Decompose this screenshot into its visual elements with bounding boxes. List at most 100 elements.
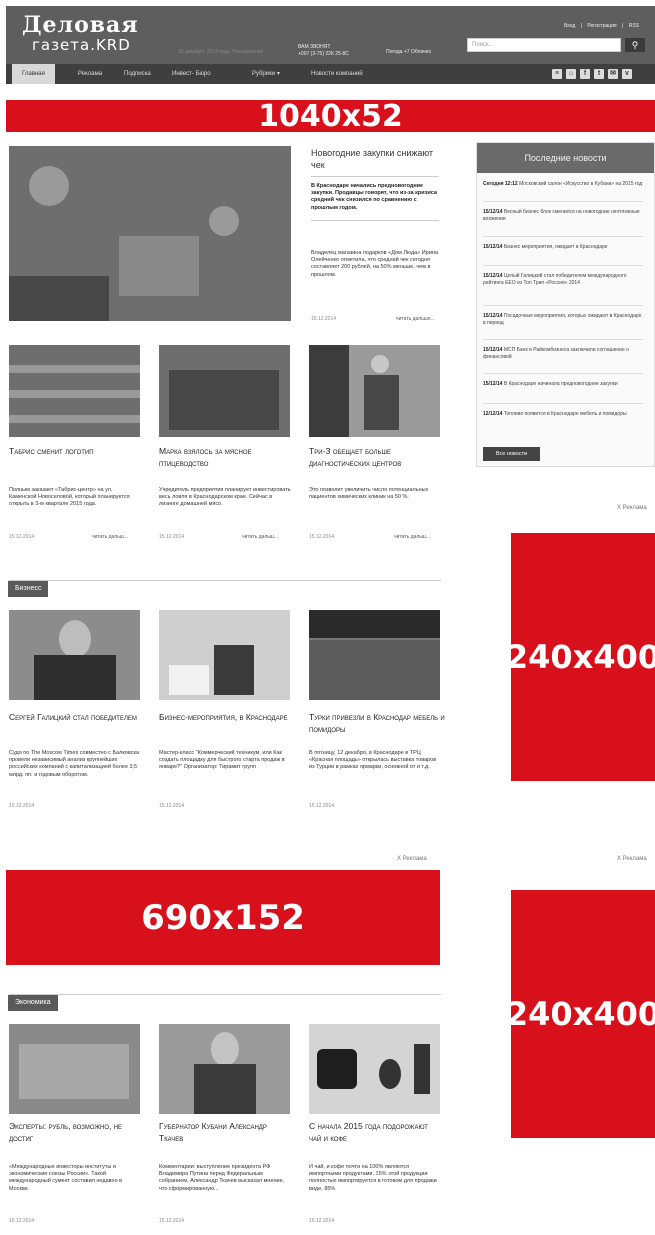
- sidebar-news-item[interactable]: 15/12/14 Весный бизнес блок сменился на …: [483, 209, 643, 222]
- card-image[interactable]: [159, 1024, 290, 1114]
- card-date: 15.12.2014: [9, 803, 35, 809]
- facebook-icon[interactable]: f: [580, 69, 590, 79]
- news-text: Московский салон «Искусство в Кубани» на…: [519, 181, 643, 187]
- news-text: Посадочные мероприятия, которых ожидают …: [483, 313, 642, 326]
- card-image[interactable]: [309, 610, 440, 700]
- card-text: В пятницу, 12 декабря, в Краснодаре в ТР…: [309, 750, 437, 771]
- news-time: 15/12/14: [483, 347, 503, 353]
- news-time: 15/12/14: [483, 273, 503, 279]
- card-title[interactable]: Марка взялось за мясное птицеводство: [159, 445, 291, 469]
- news-text: МСП Банк и Райкомбизнеса заключили согла…: [483, 347, 629, 360]
- sidebar-news-item[interactable]: 15/12/14 В Краснодаре начинала предновог…: [483, 381, 643, 388]
- search-icon: ⚲: [631, 40, 639, 50]
- nav-item-rubrics-label: Рубрики: [252, 71, 276, 77]
- card-text: Полным заказает «Табрис-центр» на ул. Ка…: [9, 487, 130, 508]
- card-text: Это позволит увеличить число потенциальн…: [309, 487, 429, 501]
- card-date: 15.12.2014: [159, 803, 185, 809]
- nav-item-invest[interactable]: Инвест- Бюро: [172, 64, 211, 84]
- news-text: Целый Галицкий стал победителем междунар…: [483, 273, 627, 286]
- card-date: 15.12.2014: [9, 1218, 35, 1224]
- nav-item-ads[interactable]: Реклама: [78, 64, 102, 84]
- twitter-icon[interactable]: t: [594, 69, 604, 79]
- news-text: Бизнес мероприятия, ожидает в Краснодаре: [503, 244, 608, 250]
- card-image[interactable]: [159, 610, 290, 700]
- card-title[interactable]: Бизнес-мероприятия, в Краснодаре: [159, 711, 291, 723]
- card-title[interactable]: Губернатор Кубани Александр Ткачев: [159, 1120, 291, 1144]
- card-image[interactable]: [9, 610, 140, 700]
- card-read-more[interactable]: читать дальш...: [92, 534, 128, 540]
- divider: [311, 176, 439, 177]
- card-date: 15.12.2014: [309, 1218, 335, 1224]
- card-image[interactable]: [309, 1024, 440, 1114]
- card-title[interactable]: Табрис сменит логотип: [9, 445, 141, 457]
- card-image[interactable]: [159, 345, 290, 437]
- featured-body: Владелец магазина подарков «Дом Люда» Ир…: [311, 250, 438, 278]
- news-time: 15/12/14: [483, 381, 503, 387]
- site-logo[interactable]: Деловая газета.KRD: [22, 14, 139, 53]
- sidebar-news-item[interactable]: 15/12/14 Посадочные мероприятия, которых…: [483, 313, 643, 326]
- nav-item-subscribe[interactable]: Подписка: [124, 64, 151, 84]
- featured-image[interactable]: [9, 146, 291, 321]
- card-title[interactable]: С начала 2015 года подорожают чай и кофе: [309, 1120, 441, 1144]
- divider: [311, 220, 439, 221]
- sidebar-news-item[interactable]: 15/12/14 Бизнес мероприятия, ожидает в К…: [483, 244, 643, 251]
- card-date: 15.12.2014: [159, 1218, 185, 1224]
- search-input[interactable]: Поиск...: [467, 38, 621, 52]
- register-link[interactable]: Регистрация: [587, 23, 616, 29]
- card-title[interactable]: Три-З обещает больше диагностических цен…: [309, 445, 443, 469]
- search-button[interactable]: ⚲: [625, 38, 645, 52]
- section-divider: [9, 994, 441, 995]
- login-link[interactable]: Вход: [564, 23, 575, 29]
- home-icon[interactable]: ⌂: [566, 69, 576, 79]
- card-image[interactable]: [9, 345, 140, 437]
- featured-read-more[interactable]: читать дальше...: [396, 316, 435, 322]
- rss-icon[interactable]: ≡: [552, 69, 562, 79]
- card-title[interactable]: Сергей Галицкий стал победителем: [9, 711, 141, 723]
- nav-item-home[interactable]: Главная: [12, 64, 55, 84]
- ad-banner-side[interactable]: 240x400: [506, 533, 655, 781]
- card-read-more[interactable]: читать дальш...: [394, 534, 430, 540]
- news-time: 15/12/14: [483, 313, 503, 319]
- card-text: И чай, и кофе почти на 100% являются имп…: [309, 1164, 437, 1192]
- news-time: 15/12/14: [483, 209, 503, 215]
- divider: [483, 265, 643, 266]
- logo-line2: газета.KRD: [32, 36, 131, 54]
- sidebar-title: Последние новости: [477, 143, 654, 173]
- rss-link[interactable]: RSS: [629, 23, 639, 29]
- card-read-more[interactable]: читать дальш...: [242, 534, 278, 540]
- ad-banner-mid[interactable]: 690x152: [6, 870, 440, 965]
- ad-banner-side[interactable]: 240x400: [506, 890, 655, 1138]
- news-time: Сегодня 12:12: [483, 181, 518, 187]
- header-phone: ВАМ ЗВОНЯТ +007 (3-75) 22К 25-8С: [298, 44, 349, 58]
- featured-title[interactable]: Новогодние закупки снижают чек: [311, 147, 443, 171]
- card-date: 15.12.2014: [309, 534, 335, 540]
- ad-banner-top[interactable]: 1040x52: [6, 99, 655, 134]
- sidebar-news-item[interactable]: Сегодня 12:12 Московский салон «Искусств…: [483, 181, 643, 188]
- header-date: 15 декабря, 2014 года, Понедельник: [178, 49, 263, 55]
- nav-item-rubrics[interactable]: Рубрики ▾: [252, 64, 280, 84]
- card-text: Комментарии: выступление президента РФ В…: [159, 1164, 285, 1192]
- sidebar-news-item[interactable]: 15/12/14 Целый Галицкий стал победителем…: [483, 273, 643, 286]
- card-title[interactable]: Турки привезли в Краснодар мебель и поми…: [309, 711, 455, 735]
- latest-news-sidebar: Последние новости Сегодня 12:12 Московск…: [476, 142, 655, 467]
- card-text: Судя по The Moscow Times совместно с Бал…: [9, 750, 140, 778]
- section-tag-business[interactable]: Бизнесс: [8, 581, 49, 597]
- all-news-button[interactable]: Все новости: [483, 447, 540, 461]
- nav-item-company-news[interactable]: Новости компаний: [311, 64, 363, 84]
- card-text: Мастер-класс "Коммерческий техникум, или…: [159, 750, 285, 771]
- card-image[interactable]: [309, 345, 440, 437]
- card-title[interactable]: Эксперты: рубль, возможно, не достиг: [9, 1120, 141, 1144]
- vk-icon[interactable]: v: [622, 69, 632, 79]
- news-text: Топливо появится в Краснодаре мебель и п…: [503, 411, 627, 417]
- card-text: Учредитель предприятия планирует инвести…: [159, 487, 291, 508]
- section-tag-economy[interactable]: Экономика: [8, 995, 58, 1011]
- ad-label[interactable]: X Реклама: [617, 856, 647, 862]
- sidebar-news-item[interactable]: 15/12/14 МСП Банк и Райкомбизнеса заключ…: [483, 347, 643, 360]
- card-image[interactable]: [9, 1024, 140, 1114]
- sidebar-news-item[interactable]: 12/12/14 Топливо появится в Краснодаре м…: [483, 411, 643, 418]
- mail-icon[interactable]: ✉: [608, 69, 618, 79]
- ad-label[interactable]: X Реклама: [617, 505, 647, 511]
- link-separator: |: [580, 23, 582, 29]
- ad-label[interactable]: X Реклама: [397, 856, 427, 862]
- news-text: В Краснодаре начинала предновогодние зак…: [503, 381, 618, 387]
